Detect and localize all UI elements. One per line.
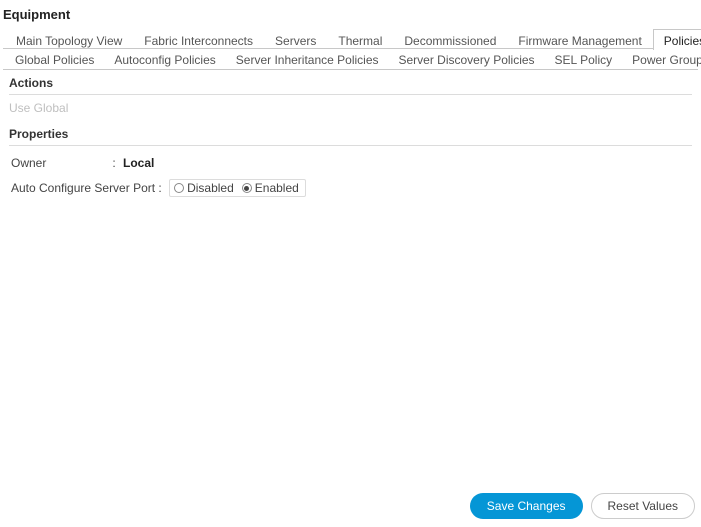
radio-disabled[interactable]: Disabled — [174, 181, 234, 195]
tab-policies[interactable]: Policies — [653, 29, 701, 50]
radio-disabled-label: Disabled — [187, 181, 234, 195]
radio-enabled-label: Enabled — [255, 181, 299, 195]
tab-firmware-management[interactable]: Firmware Management — [507, 29, 652, 50]
auto-configure-row: Auto Configure Server Port : Disabled En… — [9, 177, 692, 199]
owner-row: Owner : Local — [9, 152, 692, 174]
owner-value: Local — [119, 156, 154, 170]
top-tabs: Main Topology View Fabric Interconnects … — [3, 28, 698, 49]
subtab-server-inheritance-policies[interactable]: Server Inheritance Policies — [226, 49, 389, 70]
footer: Save Changes Reset Values — [0, 489, 695, 523]
auto-configure-radio-group: Disabled Enabled — [169, 179, 306, 197]
subtab-sel-policy[interactable]: SEL Policy — [545, 49, 623, 70]
owner-label: Owner — [9, 156, 109, 170]
tab-servers[interactable]: Servers — [264, 29, 327, 50]
radio-enabled[interactable]: Enabled — [242, 181, 299, 195]
subtab-global-policies[interactable]: Global Policies — [5, 49, 104, 70]
use-global-action: Use Global — [9, 95, 692, 125]
auto-configure-label: Auto Configure Server Port — [9, 181, 155, 195]
sub-tabs: Global Policies Autoconfig Policies Serv… — [3, 49, 698, 70]
subtab-server-discovery-policies[interactable]: Server Discovery Policies — [389, 49, 545, 70]
save-changes-button[interactable]: Save Changes — [470, 493, 583, 519]
properties-header: Properties — [9, 125, 692, 146]
radio-disabled-circle — [174, 183, 184, 193]
tab-fabric-interconnects[interactable]: Fabric Interconnects — [133, 29, 264, 50]
reset-values-button[interactable]: Reset Values — [591, 493, 695, 519]
tab-thermal[interactable]: Thermal — [327, 29, 393, 50]
page-title: Equipment — [3, 5, 698, 28]
subtab-autoconfig-policies[interactable]: Autoconfig Policies — [104, 49, 225, 70]
subtab-power-groups[interactable]: Power Groups — [622, 49, 701, 70]
radio-enabled-circle — [242, 183, 252, 193]
actions-header: Actions — [9, 74, 692, 95]
tab-decommissioned[interactable]: Decommissioned — [393, 29, 507, 50]
tab-main-topology-view[interactable]: Main Topology View — [5, 29, 133, 50]
